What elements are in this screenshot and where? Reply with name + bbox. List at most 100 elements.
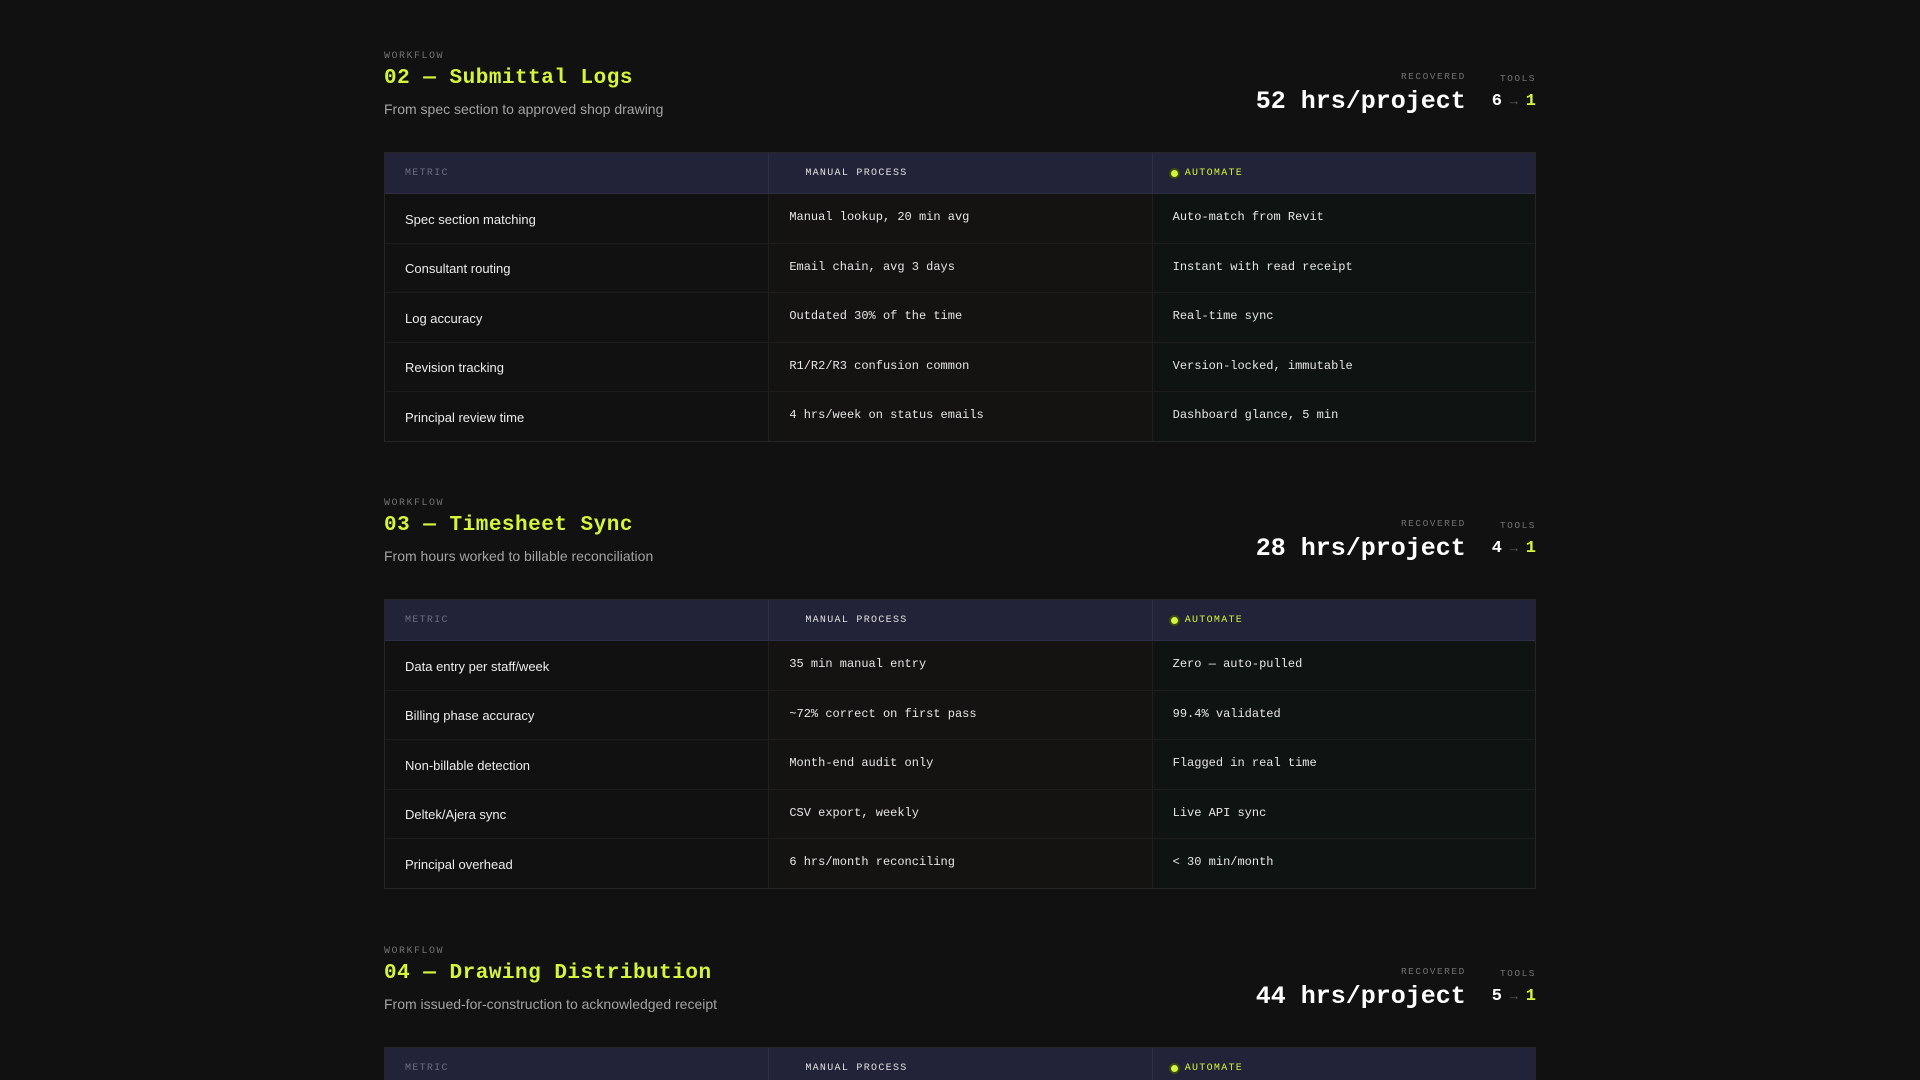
page: WORKFLOW 02 — Submittal Logs From spec s… [0,0,1920,1080]
workflow-subtitle: From hours worked to billable reconcilia… [384,548,654,564]
column-header-metric: METRIC [405,1062,449,1074]
table-row: Consultant routing Email chain, avg 3 da… [385,242,1535,292]
tools-after: 1 [1525,539,1536,558]
status-dot-icon [1170,169,1178,177]
manual-cell: Email chain, avg 3 days [768,243,1152,292]
manual-cell: ~72% correct on first pass [768,690,1152,739]
workflow-section-timesheet-sync: WORKFLOW 03 — Timesheet Sync From hours … [384,498,1536,889]
table-row: Revision tracking R1/R2/R3 confusion com… [385,341,1535,391]
column-header-auto: AUTOMATE [1151,153,1535,193]
auto-cell: Instant with read receipt [1151,243,1535,292]
manual-cell: Manual lookup, 20 min avg [768,194,1152,243]
workflow-subtitle: From spec section to approved shop drawi… [384,101,664,117]
workflow-header: WORKFLOW 02 — Submittal Logs From spec s… [384,51,1536,152]
column-header-manual: MANUAL PROCESS [768,153,1151,193]
tools-value: 5 → 1 [1492,987,1536,1006]
table-body: Data entry per staff/week 35 min manual … [385,641,1535,888]
table-header: METRIC MANUAL PROCESS AUTOMATE [385,153,1535,194]
auto-cell: Version-locked, immutable [1151,342,1535,391]
workflow-kicker: WORKFLOW [384,498,445,509]
recovered-label: RECOVERED [1400,71,1466,82]
auto-cell: Live API sync [1151,789,1535,838]
manual-cell: 35 min manual entry [768,641,1152,690]
recovered-stat: RECOVERED 28 hrs/project [1256,518,1466,563]
metric-cell: Billing phase accuracy [385,690,769,739]
manual-cell: Outdated 30% of the time [768,293,1152,342]
table-row: Spec section matching Manual lookup, 20 … [385,194,1535,243]
tools-before: 4 [1491,539,1502,558]
recovered-stat: RECOVERED 52 hrs/project [1256,71,1466,116]
column-header-metric: METRIC [405,167,449,179]
arrow-right-icon: → [1509,989,1518,1004]
tools-value: 4 → 1 [1492,539,1536,558]
tools-stat: TOOLS 5 → 1 [1492,966,1536,1011]
metric-cell: Non-billable detection [385,740,769,789]
auto-cell: 99.4% validated [1151,690,1535,739]
auto-cell: Auto-match from Revit [1151,194,1535,243]
table-row: Log accuracy Outdated 30% of the time Re… [385,292,1535,342]
table-body: Spec section matching Manual lookup, 20 … [385,194,1535,441]
recovered-label: RECOVERED [1400,966,1466,977]
workflow-stats: RECOVERED 28 hrs/project TOOLS 4 → 1 [1256,518,1536,563]
column-header-manual: MANUAL PROCESS [768,600,1151,640]
table-header: METRIC MANUAL PROCESS AUTOMATE [385,1048,1535,1080]
table-row: Non-billable detection Month-end audit o… [385,739,1535,789]
auto-cell: Flagged in real time [1151,740,1535,789]
workflow-title: 02 — Submittal Logs [384,67,633,90]
metric-cell: Log accuracy [385,293,769,342]
recovered-label: RECOVERED [1400,518,1466,529]
metric-cell: Principal review time [385,392,769,441]
metric-cell: Principal overhead [385,839,769,888]
tools-before: 6 [1491,92,1502,111]
comparison-table: METRIC MANUAL PROCESS AUTOMATE Data entr… [384,599,1536,889]
workflow-stats: RECOVERED 44 hrs/project TOOLS 5 → 1 [1256,966,1536,1011]
tools-stat: TOOLS 6 → 1 [1492,71,1536,116]
tools-value: 6 → 1 [1492,92,1536,111]
status-dot-icon [1170,616,1178,624]
column-header-auto-label: AUTOMATE [1184,614,1244,626]
workflow-header: WORKFLOW 03 — Timesheet Sync From hours … [384,498,1536,599]
table-row: Data entry per staff/week 35 min manual … [385,641,1535,690]
tools-label: TOOLS [1499,73,1536,84]
manual-cell: CSV export, weekly [768,789,1152,838]
workflow-subtitle: From issued-for-construction to acknowle… [384,996,718,1012]
column-header-auto-label: AUTOMATE [1184,167,1244,179]
workflow-title: 04 — Drawing Distribution [384,962,712,985]
status-dot-icon [1170,1064,1178,1072]
auto-cell: Real-time sync [1151,293,1535,342]
auto-cell: < 30 min/month [1151,839,1535,888]
manual-cell: 4 hrs/week on status emails [768,392,1152,441]
recovered-stat: RECOVERED 44 hrs/project [1256,966,1466,1011]
arrow-right-icon: → [1509,541,1518,556]
comparison-table: METRIC MANUAL PROCESS AUTOMATE Spec sect… [384,152,1536,442]
workflow-title: 03 — Timesheet Sync [384,514,633,537]
auto-cell: Dashboard glance, 5 min [1151,392,1535,441]
manual-cell: 6 hrs/month reconciling [768,839,1152,888]
workflow-section-drawing-distribution: WORKFLOW 04 — Drawing Distribution From … [384,946,1536,1080]
table-row: Billing phase accuracy ~72% correct on f… [385,689,1535,739]
metric-cell: Data entry per staff/week [385,641,769,690]
manual-cell: Month-end audit only [768,740,1152,789]
metric-cell: Revision tracking [385,342,769,391]
table-header: METRIC MANUAL PROCESS AUTOMATE [385,600,1535,641]
recovered-value: 28 hrs/project [1255,534,1466,563]
arrow-right-icon: → [1509,94,1518,109]
recovered-value: 52 hrs/project [1255,87,1466,116]
tools-label: TOOLS [1499,968,1536,979]
column-header-manual: MANUAL PROCESS [768,1048,1151,1080]
metric-cell: Consultant routing [385,243,769,292]
workflow-header: WORKFLOW 04 — Drawing Distribution From … [384,946,1536,1047]
tools-after: 1 [1525,92,1536,111]
workflow-kicker: WORKFLOW [384,51,445,62]
table-row: Principal review time 4 hrs/week on stat… [385,391,1535,441]
workflow-section-submittal-logs: WORKFLOW 02 — Submittal Logs From spec s… [384,51,1536,442]
metric-cell: Spec section matching [385,194,769,243]
workflow-kicker: WORKFLOW [384,946,445,957]
column-header-auto: AUTOMATE [1151,600,1535,640]
recovered-value: 44 hrs/project [1255,982,1466,1011]
workflow-stats: RECOVERED 52 hrs/project TOOLS 6 → 1 [1256,71,1536,116]
column-header-metric: METRIC [405,614,449,626]
tools-label: TOOLS [1499,520,1536,531]
auto-cell: Zero — auto-pulled [1151,641,1535,690]
table-row: Principal overhead 6 hrs/month reconcili… [385,838,1535,888]
